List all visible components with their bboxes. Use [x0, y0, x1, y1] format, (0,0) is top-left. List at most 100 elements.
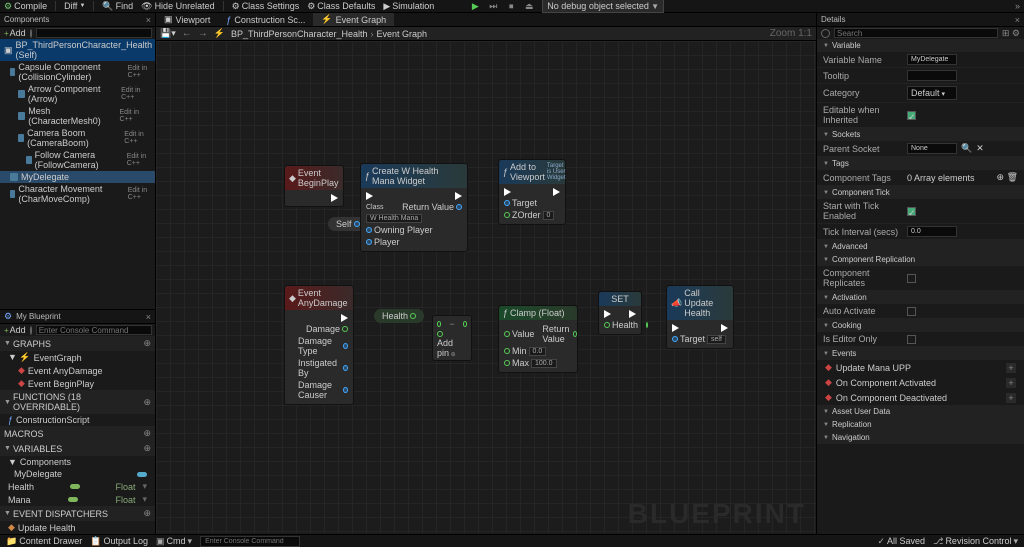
parent-socket-input[interactable]: None	[907, 143, 957, 154]
class-defaults-button[interactable]: ⚙Class Defaults	[307, 1, 375, 12]
section-activation[interactable]: Activation	[817, 291, 1024, 304]
dispatchers-section[interactable]: ▼ EVENT DISPATCHERS⊕	[0, 506, 155, 521]
components-search-input[interactable]	[36, 28, 152, 38]
autoactivate-checkbox[interactable]	[907, 307, 916, 316]
section-comp-rep[interactable]: Component Replication	[817, 253, 1024, 266]
compile-button[interactable]: ⚙Compile	[4, 1, 47, 12]
play-button[interactable]: ▶	[470, 1, 480, 11]
search-icon[interactable]: 🔍	[961, 143, 972, 154]
clear-icon[interactable]: ✕	[976, 143, 984, 154]
graph-item[interactable]: ▼ ⚡EventGraph	[0, 351, 155, 364]
revision-control-button[interactable]: ⎇ Revision Control ▾	[933, 536, 1018, 547]
debug-object-select[interactable]: No debug object selected ▼	[542, 0, 664, 13]
section-variable[interactable]: Variable	[817, 39, 1024, 52]
section-events[interactable]: Events	[817, 347, 1024, 360]
diff-button[interactable]: Diff▼	[64, 1, 85, 11]
editable-checkbox[interactable]: ✓	[907, 111, 916, 120]
section-comp-tick[interactable]: Component Tick	[817, 186, 1024, 199]
function-item[interactable]: ƒConstructionScript	[0, 414, 155, 426]
breadcrumb[interactable]: BP_ThirdPersonCharacter_Health›Event Gra…	[231, 29, 427, 39]
hide-unrelated-button[interactable]: 👁Hide Unrelated	[141, 1, 214, 12]
replicate-checkbox[interactable]	[907, 274, 916, 283]
node-event-beginplay[interactable]: ◆Event BeginPlay	[284, 165, 344, 207]
node-call-update[interactable]: 📣Call Update Health Targetself	[666, 285, 734, 349]
macros-section[interactable]: MACROS⊕	[0, 426, 155, 441]
tick-checkbox[interactable]: ✓	[907, 207, 916, 216]
save-icon[interactable]: 💾▾	[160, 28, 176, 39]
node-subtract[interactable]: − Add pin ⊕	[432, 315, 472, 361]
close-icon[interactable]: ×	[146, 15, 151, 25]
variable-item[interactable]: HealthFloat▾	[0, 480, 155, 493]
graph-event-item[interactable]: ◆Event AnyDamage	[0, 364, 155, 377]
event-graph-canvas[interactable]: BLUEPRINT ◆Event BeginPlay Self ƒCreate …	[156, 41, 816, 534]
tree-item[interactable]: Character Movement (CharMoveComp)Edit in…	[0, 183, 155, 205]
tick-interval-input[interactable]	[907, 226, 957, 237]
find-button[interactable]: 🔍Find	[102, 1, 133, 12]
tree-item[interactable]: Camera Boom (CameraBoom)Edit in C++	[0, 127, 155, 149]
console-input[interactable]	[200, 536, 300, 547]
section-sockets[interactable]: Sockets	[817, 128, 1024, 141]
add-blueprint-button[interactable]: + Add	[4, 325, 26, 335]
add-icon[interactable]: ⊕ 🗑	[997, 172, 1018, 183]
tab-viewport[interactable]: ▣Viewport	[156, 13, 218, 26]
content-drawer-button[interactable]: 📁 Content Drawer	[6, 536, 82, 547]
variable-item[interactable]: MyDelegate	[0, 468, 155, 480]
section-replication[interactable]: Replication	[817, 418, 1024, 431]
node-create-widget[interactable]: ƒCreate W Health Mana Widget ClassReturn…	[360, 163, 468, 252]
category-select[interactable]: Default ▾	[907, 86, 957, 100]
nav-fwd-icon[interactable]: →	[198, 28, 208, 39]
tree-root[interactable]: ▣BP_ThirdPersonCharacter_Health (Self)	[0, 39, 155, 61]
skip-button[interactable]: ⏭	[488, 1, 498, 11]
add-icon[interactable]: ⊕	[143, 428, 151, 439]
section-asset-user[interactable]: Asset User Data	[817, 405, 1024, 418]
add-icon[interactable]: ⊕	[143, 397, 151, 408]
tab-event-graph[interactable]: ⚡Event Graph	[313, 13, 394, 26]
add-icon[interactable]: ⊕	[143, 508, 151, 519]
add-event-icon[interactable]: +	[1006, 393, 1016, 403]
add-icon[interactable]: ⊕	[143, 338, 151, 349]
section-tags[interactable]: Tags	[817, 157, 1024, 170]
node-clamp[interactable]: ƒClamp (Float) ValueReturn Value Min0.0 …	[498, 305, 578, 373]
close-icon[interactable]: ×	[1015, 15, 1020, 25]
event-item[interactable]: ◆On Component Activated+	[817, 375, 1024, 390]
event-item[interactable]: ◆On Component Deactivated+	[817, 390, 1024, 405]
tree-item-selected[interactable]: MyDelegate	[0, 171, 155, 183]
simulation-button[interactable]: ▶Simulation	[383, 1, 434, 12]
event-item[interactable]: ◆Update Mana UPP+	[817, 360, 1024, 375]
all-saved-status[interactable]: ✓ All Saved	[877, 536, 925, 547]
variables-section[interactable]: ▼ VARIABLES⊕	[0, 441, 155, 456]
tree-item[interactable]: Mesh (CharacterMesh0)Edit in C++	[0, 105, 155, 127]
graph-event-item[interactable]: ◆Event BeginPlay	[0, 377, 155, 390]
toolbar-menu-icon[interactable]: »	[1015, 1, 1020, 11]
add-component-button[interactable]: + Add	[4, 28, 26, 38]
tree-item[interactable]: Capsule Component (CollisionCylinder)Edi…	[0, 61, 155, 83]
editoronly-checkbox[interactable]	[907, 335, 916, 344]
details-search-input[interactable]	[834, 28, 998, 38]
nav-back-icon[interactable]: ←	[182, 28, 192, 39]
var-category[interactable]: ▼Components	[0, 456, 155, 468]
add-event-icon[interactable]: +	[1006, 378, 1016, 388]
eject-button[interactable]: ⏏	[524, 1, 534, 11]
section-cooking[interactable]: Cooking	[817, 319, 1024, 332]
graph-icon[interactable]: ⚡	[214, 28, 225, 39]
section-advanced[interactable]: Advanced	[817, 240, 1024, 253]
add-icon[interactable]: ⊕	[143, 443, 151, 454]
close-icon[interactable]: ×	[146, 312, 151, 322]
blueprint-search-input[interactable]	[36, 325, 152, 335]
gear-icon[interactable]: ⊞ ⚙	[1002, 28, 1020, 39]
tab-construction[interactable]: ƒConstruction Sc...	[218, 13, 313, 26]
node-event-anydamage[interactable]: ◆Event AnyDamage Damage Damage Type Inst…	[284, 285, 354, 405]
tooltip-input[interactable]	[907, 70, 957, 81]
output-log-button[interactable]: 📋 Output Log	[90, 536, 148, 547]
dispatcher-item[interactable]: ◆Update Health	[0, 521, 155, 534]
section-navigation[interactable]: Navigation	[817, 431, 1024, 444]
step-button[interactable]: ⏹	[506, 1, 516, 11]
add-event-icon[interactable]: +	[1006, 363, 1016, 373]
node-add-viewport[interactable]: ƒAdd to ViewportTarget is User Widget Ta…	[498, 159, 566, 225]
graphs-section[interactable]: ▼ GRAPHS⊕	[0, 336, 155, 351]
class-settings-button[interactable]: ⚙Class Settings	[232, 1, 300, 12]
tree-item[interactable]: Follow Camera (FollowCamera)Edit in C++	[0, 149, 155, 171]
tree-item[interactable]: Arrow Component (Arrow)Edit in C++	[0, 83, 155, 105]
functions-section[interactable]: ▼ FUNCTIONS (18 OVERRIDABLE)⊕	[0, 390, 155, 414]
variable-item[interactable]: ManaFloat▾	[0, 493, 155, 506]
